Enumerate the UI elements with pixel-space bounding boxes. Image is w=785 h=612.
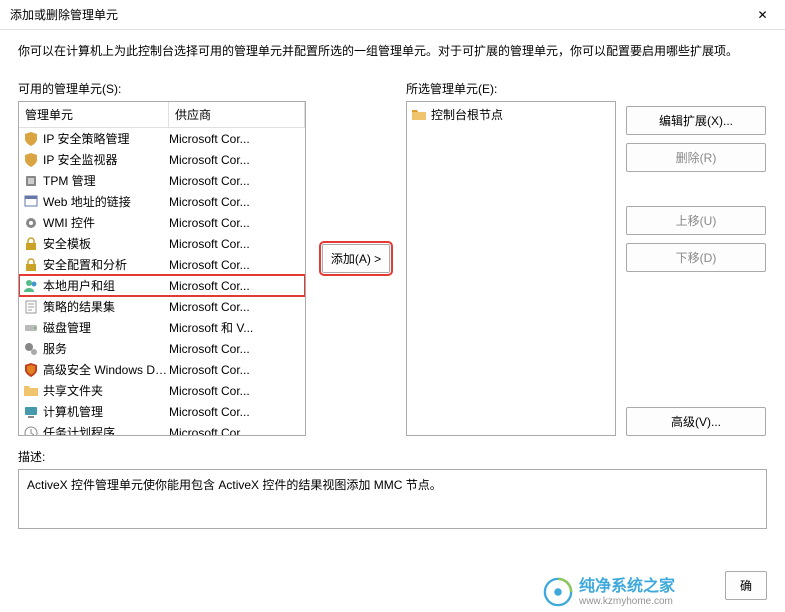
snapin-row[interactable]: 服务 Microsoft Cor...	[19, 338, 305, 359]
move-up-button[interactable]: 上移(U)	[626, 206, 766, 235]
snapin-row[interactable]: 高级安全 Windows De... Microsoft Cor...	[19, 359, 305, 380]
snapin-row[interactable]: 安全模板 Microsoft Cor...	[19, 233, 305, 254]
snapin-name: TPM 管理	[43, 172, 169, 189]
snapin-name: 磁盘管理	[43, 319, 169, 336]
snapin-vendor: Microsoft Cor...	[169, 174, 301, 188]
available-column: 可用的管理单元(S): 管理单元 供应商 IP 安全策略管理 Microsoft…	[18, 80, 306, 436]
snapin-icon	[23, 362, 39, 378]
snapin-vendor: Microsoft Cor...	[169, 132, 301, 146]
col-header-vendor[interactable]: 供应商	[169, 102, 305, 127]
watermark-name: 纯净系统之家	[579, 577, 675, 596]
add-button[interactable]: 添加(A) >	[322, 244, 390, 273]
snapin-icon	[23, 173, 39, 189]
snapin-row[interactable]: 安全配置和分析 Microsoft Cor...	[19, 254, 305, 275]
snapin-name: 本地用户和组	[43, 277, 169, 294]
available-list[interactable]: 管理单元 供应商 IP 安全策略管理 Microsoft Cor... IP 安…	[18, 101, 306, 436]
snapin-name: 安全模板	[43, 235, 169, 252]
close-button[interactable]: ✕	[740, 0, 785, 30]
snapin-icon	[23, 215, 39, 231]
snapin-vendor: Microsoft Cor...	[169, 279, 301, 293]
selected-list[interactable]: 控制台根节点	[406, 101, 616, 436]
right-buttons: 编辑扩展(X)... 删除(R) 上移(U) 下移(D) 高级(V)...	[626, 80, 766, 436]
close-icon: ✕	[757, 8, 767, 22]
snapin-vendor: Microsoft Cor...	[169, 258, 301, 272]
snapin-icon	[23, 320, 39, 336]
snapin-row[interactable]: 计算机管理 Microsoft Cor...	[19, 401, 305, 422]
snapin-vendor: Microsoft Cor...	[169, 426, 301, 436]
snapin-row[interactable]: TPM 管理 Microsoft Cor...	[19, 170, 305, 191]
snapin-name: 高级安全 Windows De...	[43, 361, 169, 378]
folder-icon	[411, 107, 427, 123]
snapin-row[interactable]: 策略的结果集 Microsoft Cor...	[19, 296, 305, 317]
snapin-row[interactable]: 磁盘管理 Microsoft 和 V...	[19, 317, 305, 338]
ok-button[interactable]: 确	[725, 571, 767, 600]
snapin-row[interactable]: 任务计划程序 Microsoft Cor...	[19, 422, 305, 435]
snapin-icon	[23, 257, 39, 273]
snapin-icon	[23, 278, 39, 294]
selected-label: 所选管理单元(E):	[406, 80, 616, 97]
snapin-row[interactable]: WMI 控件 Microsoft Cor...	[19, 212, 305, 233]
advanced-button[interactable]: 高级(V)...	[626, 407, 766, 436]
available-header: 管理单元 供应商	[19, 102, 305, 128]
snapin-name: IP 安全监视器	[43, 151, 169, 168]
snapin-icon	[23, 236, 39, 252]
snapin-vendor: Microsoft Cor...	[169, 237, 301, 251]
snapin-vendor: Microsoft Cor...	[169, 300, 301, 314]
snapin-row[interactable]: IP 安全监视器 Microsoft Cor...	[19, 149, 305, 170]
snapin-name: 服务	[43, 340, 169, 357]
snapin-icon	[23, 152, 39, 168]
watermark-logo-icon	[543, 577, 573, 607]
window-title: 添加或删除管理单元	[10, 6, 740, 23]
watermark: 纯净系统之家 www.kzmyhome.com	[543, 577, 675, 608]
description-box: ActiveX 控件管理单元使你能用包含 ActiveX 控件的结果视图添加 M…	[18, 469, 767, 529]
snapin-vendor: Microsoft Cor...	[169, 195, 301, 209]
snapin-name: 安全配置和分析	[43, 256, 169, 273]
snapin-row[interactable]: IP 安全策略管理 Microsoft Cor...	[19, 128, 305, 149]
snapin-vendor: Microsoft Cor...	[169, 342, 301, 356]
selected-column: 所选管理单元(E): 控制台根节点	[406, 80, 616, 436]
watermark-url: www.kzmyhome.com	[579, 596, 675, 608]
console-root-node[interactable]: 控制台根节点	[407, 102, 615, 127]
snapin-name: 共享文件夹	[43, 382, 169, 399]
snapin-row[interactable]: 共享文件夹 Microsoft Cor...	[19, 380, 305, 401]
col-header-name[interactable]: 管理单元	[19, 102, 169, 127]
snapin-vendor: Microsoft Cor...	[169, 384, 301, 398]
snapin-vendor: Microsoft Cor...	[169, 363, 301, 377]
snapin-name: Web 地址的链接	[43, 193, 169, 210]
content-area: 你可以在计算机上为此控制台选择可用的管理单元并配置所选的一组管理单元。对于可扩展…	[0, 30, 785, 529]
move-down-button[interactable]: 下移(D)	[626, 243, 766, 272]
snapin-icon	[23, 194, 39, 210]
snapin-name: IP 安全策略管理	[43, 130, 169, 147]
snapin-name: 计算机管理	[43, 403, 169, 420]
description-text: ActiveX 控件管理单元使你能用包含 ActiveX 控件的结果视图添加 M…	[27, 478, 442, 492]
intro-text: 你可以在计算机上为此控制台选择可用的管理单元并配置所选的一组管理单元。对于可扩展…	[18, 42, 767, 60]
snapin-icon	[23, 425, 39, 436]
snapin-icon	[23, 299, 39, 315]
available-body[interactable]: IP 安全策略管理 Microsoft Cor... IP 安全监视器 Micr…	[19, 128, 305, 435]
edit-extensions-button[interactable]: 编辑扩展(X)...	[626, 106, 766, 135]
snapin-vendor: Microsoft Cor...	[169, 216, 301, 230]
snapin-vendor: Microsoft 和 V...	[169, 319, 301, 336]
snapin-name: 策略的结果集	[43, 298, 169, 315]
snapin-icon	[23, 131, 39, 147]
snapin-vendor: Microsoft Cor...	[169, 405, 301, 419]
snapin-vendor: Microsoft Cor...	[169, 153, 301, 167]
dialog-footer: 确	[725, 571, 767, 600]
snapin-icon	[23, 383, 39, 399]
description-label: 描述:	[18, 448, 767, 465]
titlebar: 添加或删除管理单元 ✕	[0, 0, 785, 30]
available-label: 可用的管理单元(S):	[18, 80, 306, 97]
snapin-name: WMI 控件	[43, 214, 169, 231]
snapin-row[interactable]: Web 地址的链接 Microsoft Cor...	[19, 191, 305, 212]
snapin-row[interactable]: 本地用户和组 Microsoft Cor...	[19, 275, 305, 296]
remove-button[interactable]: 删除(R)	[626, 143, 766, 172]
snapin-icon	[23, 404, 39, 420]
snapin-name: 任务计划程序	[43, 424, 169, 435]
root-label: 控制台根节点	[431, 106, 503, 123]
snapin-icon	[23, 341, 39, 357]
